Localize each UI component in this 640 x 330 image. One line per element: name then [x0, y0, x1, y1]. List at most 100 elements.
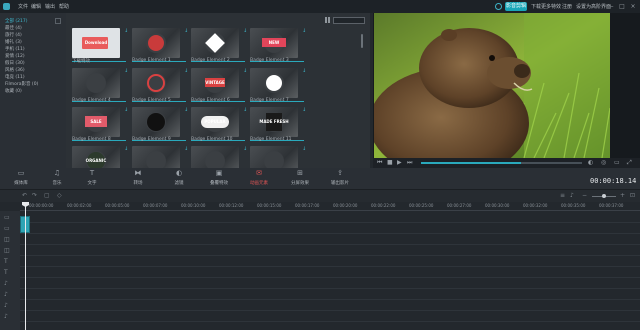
play-icon[interactable]: ▶	[397, 159, 402, 166]
zoom-out-icon[interactable]: −	[582, 193, 587, 199]
menu-file[interactable]: 文件	[18, 3, 28, 10]
tool-overlay[interactable]: ▣ 叠覆特效	[202, 170, 236, 187]
sidebar-category-item[interactable]: 最佳 (4)	[5, 25, 22, 31]
tool-split-screen[interactable]: ⊞ 分屏效果	[283, 170, 317, 187]
delete-icon[interactable]: ▢	[44, 193, 50, 199]
effect-thumbnail[interactable]	[191, 28, 239, 58]
timeline-track[interactable]	[20, 256, 640, 267]
register-link[interactable]: 注册	[562, 3, 572, 10]
minimize-icon[interactable]: –	[608, 2, 616, 11]
video-track-icon[interactable]: ▭	[4, 226, 10, 232]
effect-thumbnail[interactable]	[132, 107, 180, 137]
close-icon[interactable]: ×	[629, 2, 637, 11]
zoom-slider-knob[interactable]	[602, 194, 606, 198]
timeline-track[interactable]	[20, 289, 640, 300]
download-effects-link[interactable]: 下载更多特效	[531, 3, 561, 10]
redo-icon[interactable]: ↷	[32, 193, 37, 199]
text-track-icon[interactable]: T	[4, 259, 10, 265]
volume-icon[interactable]: ◐	[588, 159, 593, 166]
tool-filter[interactable]: ◐ 滤镜	[162, 170, 196, 187]
skip-forward-icon[interactable]: ⏭	[407, 159, 412, 167]
effect-thumbnail[interactable]: Download	[72, 28, 120, 58]
mode-editor-button[interactable]: 影音剪辑	[505, 2, 527, 11]
playhead[interactable]	[25, 204, 26, 330]
aspect-icon[interactable]: ▭	[614, 159, 620, 166]
effect-thumbnail[interactable]	[132, 28, 180, 58]
snapshot-icon[interactable]: ◎	[601, 159, 606, 166]
sidebar-category-item[interactable]: 全部 (217)	[5, 18, 28, 24]
timeline-track[interactable]	[20, 223, 640, 234]
tool-element[interactable]: ✉ 动画元素	[242, 170, 276, 187]
collapse-sidebar-icon[interactable]	[55, 18, 61, 24]
timeline-track[interactable]	[20, 311, 640, 322]
stop-icon[interactable]: ■	[387, 159, 393, 166]
grid-view-icon[interactable]	[325, 17, 331, 23]
menu-edit[interactable]: 编辑	[31, 3, 41, 10]
menu-export[interactable]: 输出	[45, 3, 55, 10]
audio-track-icon[interactable]: ♪	[4, 303, 10, 309]
sidebar-category-item[interactable]: 电竞 (11)	[5, 74, 25, 80]
fullscreen-icon[interactable]: ⤢	[627, 159, 632, 167]
sidebar-category-item[interactable]: 婚礼 (3)	[5, 39, 22, 45]
effect-thumbnail[interactable]: NEW	[250, 28, 298, 58]
download-icon[interactable]: ↓	[243, 69, 247, 74]
maximize-icon[interactable]: □	[618, 2, 626, 11]
download-icon[interactable]: ↓	[124, 108, 128, 113]
menu-help[interactable]: 帮助	[59, 3, 69, 10]
account-icon[interactable]	[495, 3, 502, 10]
library-scrollbar[interactable]	[361, 34, 363, 48]
download-icon[interactable]: ↓	[124, 69, 128, 74]
crop-icon[interactable]: ◇	[57, 193, 62, 199]
zoom-in-icon[interactable]: +	[620, 193, 625, 199]
fit-timeline-icon[interactable]: ⊡	[630, 193, 635, 199]
overlay-track-icon[interactable]: ◫	[4, 237, 10, 243]
audio-track-icon[interactable]: ♪	[4, 292, 10, 298]
download-icon[interactable]: ↓	[302, 29, 306, 34]
audio-mixer-icon[interactable]: ≡	[560, 193, 565, 199]
download-icon[interactable]: ↓	[184, 29, 188, 34]
download-icon[interactable]: ↓	[243, 108, 247, 113]
timeline-track[interactable]	[20, 245, 640, 256]
effect-thumbnail[interactable]	[72, 68, 120, 98]
timeline-track[interactable]	[20, 267, 640, 278]
advanced-mode-link[interactable]: 设置为高阶界面	[576, 3, 611, 10]
overlay-track-icon[interactable]: ◫	[4, 248, 10, 254]
tool-text[interactable]: T 文字	[75, 170, 109, 187]
effect-thumbnail[interactable]	[250, 68, 298, 98]
effect-thumbnail[interactable]: POPULAR	[191, 107, 239, 137]
download-icon[interactable]: ↓	[243, 29, 247, 34]
tool-transition[interactable]: ⧓ 转场	[121, 170, 155, 187]
download-icon[interactable]: ↓	[124, 29, 128, 34]
download-icon[interactable]: ↓	[184, 147, 188, 152]
download-icon[interactable]: ↓	[184, 108, 188, 113]
effect-thumbnail[interactable]: MADE FRESH	[250, 107, 298, 137]
timeline-track[interactable]	[20, 278, 640, 289]
text-track-icon[interactable]: T	[4, 270, 10, 276]
download-icon[interactable]: ↓	[243, 147, 247, 152]
video-track-icon[interactable]: ▭	[4, 215, 10, 221]
download-icon[interactable]: ↓	[302, 69, 306, 74]
effect-thumbnail[interactable]: SALE	[72, 107, 120, 137]
timeline-track[interactable]	[20, 234, 640, 245]
sidebar-category-item[interactable]: 旅行 (4)	[5, 32, 22, 38]
sidebar-category-item[interactable]: 爱情 (12)	[5, 53, 25, 59]
sidebar-category-item[interactable]: 手机 (11)	[5, 46, 25, 52]
download-icon[interactable]: ↓	[302, 147, 306, 152]
audio-track-icon[interactable]: ♪	[4, 281, 10, 287]
download-icon[interactable]: ↓	[302, 108, 306, 113]
undo-icon[interactable]: ↶	[22, 193, 27, 199]
download-icon[interactable]: ↓	[184, 69, 188, 74]
tool-export[interactable]: ⇪ 输出影片	[323, 170, 357, 187]
skip-back-icon[interactable]: ⏮	[377, 159, 382, 167]
tool-music[interactable]: ♫ 音乐	[40, 170, 74, 187]
audio-track-icon[interactable]: ♪	[4, 314, 10, 320]
sidebar-category-item[interactable]: 风格 (36)	[5, 67, 25, 73]
effect-thumbnail[interactable]	[132, 68, 180, 98]
timeline-track[interactable]	[20, 212, 640, 223]
search-input[interactable]	[333, 17, 365, 24]
voiceover-icon[interactable]: ♪	[570, 193, 575, 199]
sidebar-category-item[interactable]: Filmora影音 (0)	[5, 81, 38, 87]
timeline-track[interactable]	[20, 300, 640, 311]
download-icon[interactable]: ↓	[124, 147, 128, 152]
effect-thumbnail[interactable]: VINTAGE	[191, 68, 239, 98]
